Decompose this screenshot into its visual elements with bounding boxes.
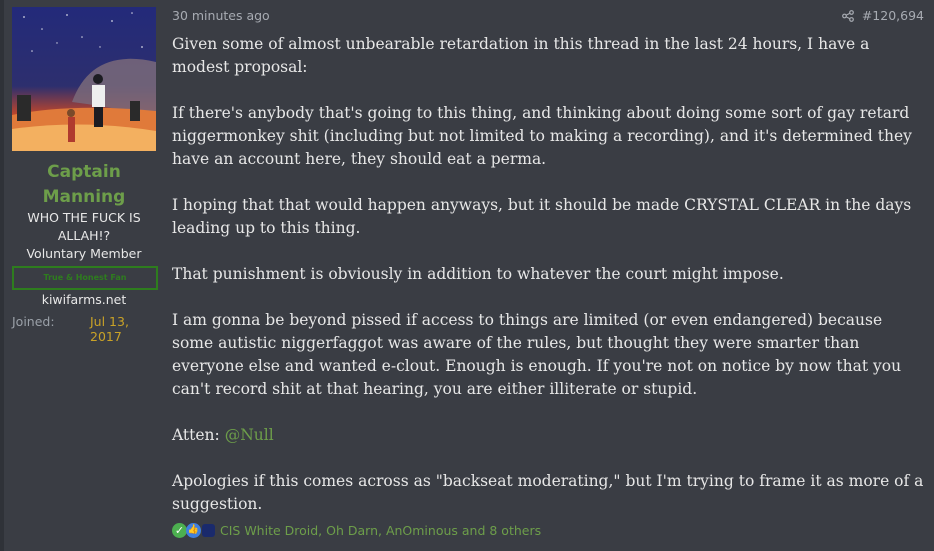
joined-date: Jul 13, 2017	[90, 314, 129, 344]
post-body: Given some of almost unbearable retardat…	[172, 33, 924, 539]
post-paragraph: If there's anybody that's going to this …	[172, 104, 912, 168]
post-paragraph: I hoping that that would happen anyways,…	[172, 196, 912, 237]
thumbs-up-icon: 👍	[186, 523, 201, 538]
user-role: Voluntary Member	[26, 246, 142, 261]
post-number-link[interactable]: #120,694	[862, 8, 924, 23]
user-site: kiwifarms.net	[41, 292, 127, 307]
reaction-names-link[interactable]: CIS White Droid, Oh Darn, AnOminous and …	[220, 523, 541, 538]
author-sidebar: Captain Manning WHO THE FUCK IS ALLAH!? …	[4, 0, 165, 551]
user-banner: True & Honest Fan	[12, 266, 158, 290]
post-timestamp[interactable]: 30 minutes ago	[172, 8, 270, 23]
atten-label: Atten:	[172, 426, 220, 444]
user-title: WHO THE FUCK IS ALLAH!?	[27, 210, 141, 243]
username-link[interactable]: Captain Manning	[4, 160, 164, 210]
post-main: 30 minutes ago #120,694 Given some of al…	[164, 0, 934, 551]
check-icon: ✓	[172, 523, 187, 538]
post-meta-right: #120,694	[841, 8, 924, 23]
post-container: Captain Manning WHO THE FUCK IS ALLAH!? …	[0, 0, 934, 551]
post-paragraph: Apologies if this comes across as "backs…	[172, 472, 924, 513]
post-paragraph: I am gonna be beyond pissed if access to…	[172, 311, 902, 398]
post-paragraph: Given some of almost unbearable retardat…	[172, 35, 870, 76]
post-paragraph: That punishment is obviously in addition…	[172, 265, 784, 283]
atten-line: Atten: @Null	[172, 424, 924, 447]
avatar[interactable]	[12, 7, 156, 151]
joined-label: Joined:	[12, 314, 55, 329]
share-icon[interactable]	[841, 9, 854, 22]
mention-link[interactable]: @Null	[225, 426, 274, 444]
hat-icon	[202, 524, 215, 537]
reactions-bar[interactable]: ✓ 👍 CIS White Droid, Oh Darn, AnOminous …	[172, 523, 541, 538]
